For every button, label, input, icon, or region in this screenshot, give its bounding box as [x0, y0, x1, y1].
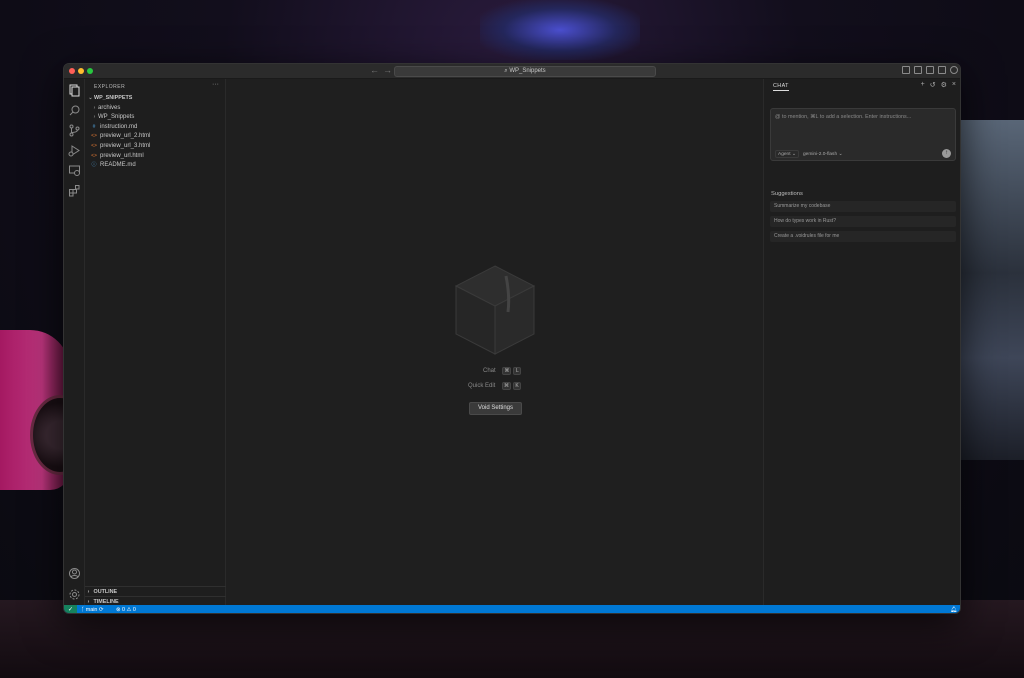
file-tree: ⌄ WP_SNIPPETS › archives › WP_Snippets #… — [85, 94, 226, 171]
nav-arrows[interactable]: ←→ — [370, 65, 396, 75]
outline-label: OUTLINE — [93, 589, 118, 595]
remote-indicator-icon[interactable]: ✓ — [64, 605, 77, 613]
chat-input-box[interactable]: @ to mention, ⌘L to add a selection. Ent… — [770, 108, 956, 161]
explorer-sidebar: EXPLORER ··· ⌄ WP_SNIPPETS › archives › … — [85, 79, 226, 605]
activity-bar — [64, 79, 85, 605]
close-window-button[interactable] — [69, 68, 75, 74]
void-settings-button[interactable]: Void Settings — [469, 402, 522, 415]
html-file-icon: <> — [91, 152, 97, 159]
problems-status[interactable]: ⊗ 0 ⚠ 0 — [116, 605, 136, 613]
suggestion-item[interactable]: Create a .voidrules file for me — [770, 231, 956, 242]
chat-hint: Chat ⌘ L — [483, 367, 522, 375]
quick-edit-hint: Quick Edit ⌘ K — [468, 382, 522, 390]
chevron-down-icon: ⌄ — [838, 152, 843, 157]
explorer-header: EXPLORER — [94, 84, 126, 90]
chevron-right-icon: › — [93, 114, 96, 121]
kbd-key: ⌘ — [502, 382, 512, 390]
outline-section[interactable]: › OUTLINE — [85, 586, 226, 596]
chevron-down-icon: ⌄ — [88, 95, 93, 101]
source-control-icon[interactable] — [68, 124, 81, 137]
tree-item-folder[interactable]: › WP_Snippets — [85, 113, 226, 123]
kbd-key: ⌘ — [502, 367, 512, 375]
chat-hint-label: Chat — [483, 368, 496, 374]
tree-item-file[interactable]: <> preview_url.html — [85, 152, 226, 162]
maximize-window-button[interactable] — [87, 68, 93, 74]
chat-panel: CHAT + ↺ ⚙ × @ to mention, ⌘L to add a s… — [763, 79, 960, 605]
chat-input-placeholder: @ to mention, ⌘L to add a selection. Ent… — [775, 114, 912, 120]
tree-item-file[interactable]: <> preview_url_2.html — [85, 132, 226, 142]
tree-item-file[interactable]: <> preview_url_3.html — [85, 142, 226, 152]
send-arrow-icon[interactable]: ↑ — [942, 149, 951, 158]
html-file-icon: <> — [91, 133, 97, 140]
suggestions-title: Suggestions — [771, 191, 803, 197]
chevron-right-icon: › — [93, 104, 96, 111]
quick-edit-hint-label: Quick Edit — [468, 383, 496, 389]
tree-item-label: preview_url_3.html — [100, 142, 151, 149]
tree-item-label: instruction.md — [100, 123, 138, 130]
kbd-key: K — [513, 382, 522, 390]
model-select[interactable]: gemini-2.0-flash ⌄ — [800, 150, 846, 158]
sync-icon: ⟳ — [98, 607, 104, 613]
search-text: WP_Snippets — [509, 68, 546, 74]
html-file-icon: <> — [91, 142, 97, 149]
extensions-icon[interactable] — [68, 184, 81, 197]
toggle-panel-icon[interactable] — [926, 66, 934, 74]
tree-item-label: preview_url_2.html — [100, 133, 151, 140]
chat-settings-icon[interactable]: ⚙ — [941, 81, 947, 89]
model-label: gemini-2.0-flash — [803, 152, 838, 157]
close-icon[interactable]: × — [952, 81, 956, 89]
layout-grid-icon[interactable] — [902, 66, 910, 74]
wallpaper-glow — [480, 0, 640, 60]
title-bar: ←→ ⌕ WP_Snippets — [64, 64, 960, 79]
tree-item-file[interactable]: ⓘ README.md — [85, 161, 226, 171]
void-logo-cube — [454, 265, 536, 355]
chat-actions: + ↺ ⚙ × — [921, 81, 956, 89]
branch-status[interactable]: ᚴ main ⟳ — [81, 605, 104, 613]
markdown-file-icon: # — [92, 123, 96, 130]
mode-label: Agent — [778, 152, 791, 157]
branch-label: main — [85, 607, 98, 613]
notifications-bell-icon[interactable]: 🔔︎ — [950, 605, 957, 613]
toggle-sidebar-icon[interactable] — [914, 66, 922, 74]
search-icon[interactable] — [68, 104, 81, 117]
info-file-icon: ⓘ — [91, 162, 97, 169]
workspace-root[interactable]: ⌄ WP_SNIPPETS — [85, 94, 226, 104]
remote-explorer-icon[interactable] — [68, 164, 81, 177]
run-debug-icon[interactable] — [68, 144, 81, 157]
tree-item-label: archives — [98, 104, 121, 111]
manage-gear-icon[interactable] — [68, 588, 81, 601]
tree-item-file[interactable]: # instruction.md — [85, 123, 226, 133]
toggle-secondary-sidebar-icon[interactable] — [938, 66, 946, 74]
workspace-root-label: WP_SNIPPETS — [94, 95, 133, 101]
mode-select[interactable]: Agent ⌄ — [775, 150, 799, 158]
account-icon[interactable] — [68, 567, 81, 580]
new-chat-icon[interactable]: + — [921, 81, 925, 89]
history-icon[interactable]: ↺ — [930, 81, 936, 89]
tree-item-label: WP_Snippets — [98, 114, 135, 121]
wallpaper-car-right — [960, 120, 1024, 460]
layout-controls — [902, 66, 958, 74]
chevron-down-icon: ⌄ — [791, 152, 796, 157]
app-window: ←→ ⌕ WP_Snippets EXPLORER ··· ⌄ WP_SNIPP… — [63, 63, 961, 614]
minimize-window-button[interactable] — [78, 68, 84, 74]
files-icon[interactable] — [68, 84, 81, 97]
tree-item-folder[interactable]: › archives — [85, 104, 226, 114]
settings-gear-icon[interactable] — [950, 66, 958, 74]
status-bar: ✓ ᚴ main ⟳ ⊗ 0 ⚠ 0 🔔︎ — [64, 605, 960, 613]
tab-chat[interactable]: CHAT — [773, 83, 789, 91]
suggestion-item[interactable]: How do types work in Rust? — [770, 216, 956, 227]
command-center-search[interactable]: ⌕ WP_Snippets — [394, 66, 656, 77]
tree-item-label: README.md — [100, 162, 136, 169]
suggestion-item[interactable]: Summarize my codebase — [770, 201, 956, 212]
editor-area: Chat ⌘ L Quick Edit ⌘ K Void Settings — [226, 79, 763, 605]
tree-item-label: preview_url.html — [100, 152, 144, 159]
more-actions-icon[interactable]: ··· — [212, 81, 219, 88]
kbd-key: L — [513, 367, 522, 375]
